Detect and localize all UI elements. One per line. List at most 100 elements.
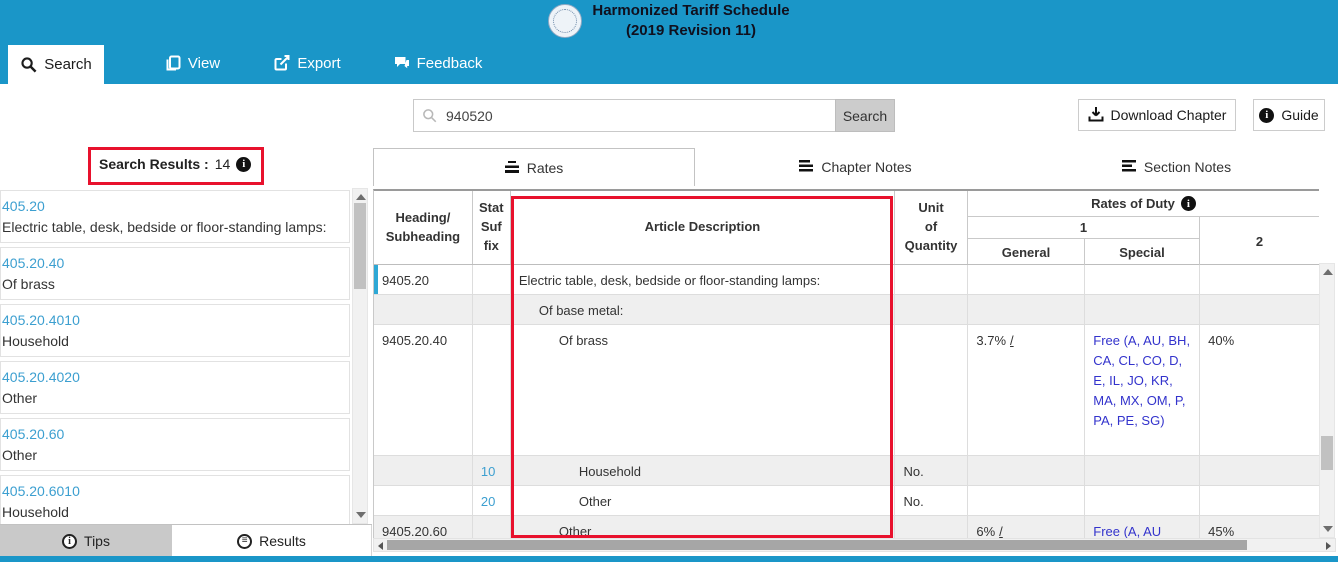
table-header: Heading/Subheading StatSuffix Article De… xyxy=(374,191,1319,265)
table-row: Of base metal: xyxy=(374,295,1319,325)
result-description: Electric table, desk, bedside or floor-s… xyxy=(2,217,343,238)
col-header-article-description: Article Description xyxy=(511,191,895,264)
result-description: Other xyxy=(2,445,343,466)
stat-suffix-cell xyxy=(473,325,511,455)
result-code-link[interactable]: 405.20.4010 xyxy=(2,310,343,331)
special-rate-links[interactable]: Free (A, AU, BH, CA, CL, CO, D, E, IL, J… xyxy=(1093,333,1190,428)
results-label: Results xyxy=(259,533,306,549)
scroll-right-arrow[interactable] xyxy=(1326,542,1331,550)
scroll-left-arrow[interactable] xyxy=(378,542,383,550)
footnote-link[interactable]: / xyxy=(999,524,1003,539)
scrollbar-thumb[interactable] xyxy=(387,540,1247,550)
special-rate-links[interactable]: Free (A, AU xyxy=(1093,524,1161,539)
sidebar-footer: Tips Results xyxy=(0,524,372,556)
rates-table: Heading/Subheading StatSuffix Article De… xyxy=(373,189,1319,552)
nav-tab-label: View xyxy=(188,55,220,72)
col-header-rates-of-duty-group: Rates of Duty 1 2 General Special xyxy=(968,191,1319,264)
result-card[interactable]: 405.20.4020 Other xyxy=(0,361,350,414)
nav-tab-view[interactable]: View xyxy=(145,42,240,84)
duty2-cell: 45% xyxy=(1200,516,1319,540)
duty-general-header: General xyxy=(968,239,1085,265)
search-button[interactable]: Search xyxy=(835,99,895,132)
view-pages-icon xyxy=(165,55,181,71)
special-rate-cell xyxy=(1085,295,1200,324)
general-rate-cell xyxy=(968,456,1085,485)
search-bar: Search xyxy=(413,99,895,132)
result-card[interactable]: 405.20.60 Other xyxy=(0,418,350,471)
result-code-link[interactable]: 405.20.6010 xyxy=(2,481,343,502)
article-description-cell: Electric table, desk, bedside or floor-s… xyxy=(511,265,896,294)
scrollbar-thumb[interactable] xyxy=(354,203,366,289)
stat-suffix-cell xyxy=(473,265,511,294)
duty2-cell xyxy=(1200,456,1319,485)
footnote-link[interactable]: / xyxy=(1010,333,1014,348)
result-card[interactable]: 405.20.40 Of brass xyxy=(0,247,350,300)
heading-cell: 9405.20.40 xyxy=(374,325,473,455)
result-description: Household xyxy=(2,502,343,523)
nav-tab-search[interactable]: Search xyxy=(8,45,104,84)
result-card[interactable]: 405.20.6010 Household xyxy=(0,475,350,524)
table-row: 9405.20 Electric table, desk, bedside or… xyxy=(374,265,1319,295)
result-description: Of brass xyxy=(2,274,343,295)
article-description-cell: Of base metal: xyxy=(511,295,896,324)
results-button[interactable]: Results xyxy=(172,525,372,557)
scroll-up-arrow[interactable] xyxy=(1323,269,1333,275)
app-title: Harmonized Tariff Schedule (2019 Revisio… xyxy=(592,1,789,42)
article-description-cell: Household xyxy=(511,456,896,485)
scroll-down-arrow[interactable] xyxy=(356,512,366,518)
result-code-link[interactable]: 405.20.40 xyxy=(2,253,343,274)
table-row: 20 Other No. xyxy=(374,486,1319,516)
search-results-info-icon[interactable] xyxy=(236,157,251,172)
content-tabs: Rates Chapter Notes Section Notes xyxy=(373,148,1338,186)
search-results-label: Search Results : xyxy=(99,156,209,172)
info-icon xyxy=(62,534,77,549)
special-rate-cell xyxy=(1085,265,1200,294)
nav-tab-export[interactable]: Export xyxy=(255,42,360,84)
stat-suffix-link[interactable]: 20 xyxy=(481,494,495,509)
app-title-line1: Harmonized Tariff Schedule xyxy=(592,1,789,21)
general-rate-cell xyxy=(968,295,1085,324)
search-icon xyxy=(20,56,37,73)
scroll-down-arrow[interactable] xyxy=(1323,526,1333,532)
heading-cell xyxy=(374,295,473,324)
result-card[interactable]: 405.20 Electric table, desk, bedside or … xyxy=(0,190,350,243)
result-code-link[interactable]: 405.20.4020 xyxy=(2,367,343,388)
search-input[interactable] xyxy=(413,99,835,132)
stat-suffix-link[interactable]: 10 xyxy=(481,464,495,479)
tab-chapter-notes[interactable]: Chapter Notes xyxy=(695,148,1016,186)
guide-label: Guide xyxy=(1281,107,1318,123)
table-vertical-scrollbar[interactable] xyxy=(1319,263,1335,538)
result-code-link[interactable]: 405.20.60 xyxy=(2,424,343,445)
result-card[interactable]: 405.20.4010 Household xyxy=(0,304,350,357)
guide-button[interactable]: Guide xyxy=(1253,99,1325,131)
article-description-cell: Of brass xyxy=(511,325,896,455)
unit-cell xyxy=(895,265,968,294)
stat-suffix-cell xyxy=(473,295,511,324)
sidebar-scrollbar[interactable] xyxy=(352,188,368,524)
nav-tab-feedback[interactable]: Feedback xyxy=(378,42,498,84)
general-rate-cell xyxy=(968,265,1085,294)
tab-rates[interactable]: Rates xyxy=(373,148,695,186)
tab-label: Rates xyxy=(527,160,564,176)
col-header-stat-suffix: StatSuffix xyxy=(473,191,511,264)
unit-cell xyxy=(895,325,968,455)
duty2-cell xyxy=(1200,486,1319,515)
tab-section-notes[interactable]: Section Notes xyxy=(1016,148,1337,186)
download-chapter-button[interactable]: Download Chapter xyxy=(1078,99,1236,131)
scroll-up-arrow[interactable] xyxy=(356,194,366,200)
general-rate-cell xyxy=(968,486,1085,515)
duty2-cell xyxy=(1200,295,1319,324)
table-horizontal-scrollbar[interactable] xyxy=(373,538,1336,552)
scrollbar-thumb[interactable] xyxy=(1321,436,1333,470)
list-lines-icon xyxy=(1122,159,1136,175)
rates-of-duty-info-icon[interactable] xyxy=(1181,196,1196,211)
unit-cell xyxy=(895,516,968,540)
tips-button[interactable]: Tips xyxy=(0,525,172,557)
search-results-list: 405.20 Electric table, desk, bedside or … xyxy=(0,190,350,524)
col-header-heading-subheading: Heading/Subheading xyxy=(374,191,473,264)
unit-cell xyxy=(895,295,968,324)
app-header: Harmonized Tariff Schedule (2019 Revisio… xyxy=(0,0,1338,42)
stat-suffix-cell xyxy=(473,516,511,540)
heading-cell xyxy=(374,486,473,515)
result-code-link[interactable]: 405.20 xyxy=(2,196,343,217)
